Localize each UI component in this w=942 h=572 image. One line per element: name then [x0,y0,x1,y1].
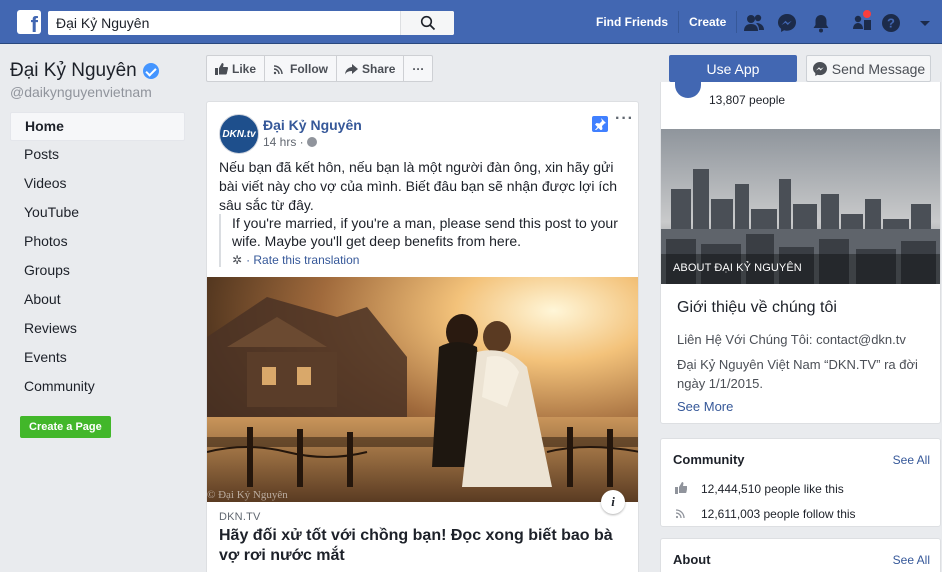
contact-info: Liên Hệ Với Chúng Tôi: contact@dkn.tv [677,332,906,347]
facebook-logo-icon[interactable]: f [17,10,41,37]
nav-item-events[interactable]: Events [10,344,185,373]
share-arrow-icon [345,63,359,74]
messenger-icon [812,61,827,76]
likes-count: 12,444,510 people like this [701,482,844,496]
pin-icon [592,116,608,132]
send-message-label: Send Message [831,60,926,77]
find-friends-link[interactable]: Find Friends [586,0,678,44]
nav-item-photos[interactable]: Photos [10,228,185,257]
follows-count: 12,611,003 people follow this [701,507,856,521]
follow-label: Follow [290,61,329,76]
search-box: Đại Kỷ Nguyên [48,11,454,35]
gear-icon: ✲ [232,253,243,267]
like-label: Like [232,61,257,76]
people-icon [675,82,701,98]
page-handle[interactable]: @daikynguyenvietnam [10,84,152,100]
use-app-button[interactable]: Use App [669,55,797,82]
post-timestamp[interactable]: 14 hrs · [263,135,317,149]
share-page-button[interactable]: Share [337,56,405,81]
post-photo[interactable] [207,277,638,502]
nav-item-community[interactable]: Community [10,373,185,402]
globe-public-icon [306,137,317,147]
about-card: 13,807 people ABOUT ĐẠI KỶ NGUYÊN Giới t… [660,82,941,424]
nav-item-youtube[interactable]: YouTube [10,199,185,228]
nav-item-reviews[interactable]: Reviews [10,315,185,344]
page-description: Đại Kỷ Nguyên Việt Nam “DKN.TV” ra đời n… [677,357,918,391]
link-domain: DKN.TV [219,511,261,523]
topbar-divider [736,11,738,33]
about-see-all-link[interactable]: See All [893,553,930,567]
follow-page-button[interactable]: Follow [265,56,338,81]
community-see-all-link[interactable]: See All [893,453,930,467]
couple-photo-image [207,277,638,502]
nav-item-posts[interactable]: Posts [10,141,185,170]
messenger-icon[interactable] [776,12,798,34]
translated-text: If you're married, if you're a man, plea… [232,215,618,249]
info-icon[interactable]: i [601,490,625,514]
top-navigation-bar: f Đại Kỷ Nguyên Find Friends Create ? [0,0,942,44]
account-menu-chevron-down-icon[interactable] [914,12,936,34]
like-page-button[interactable]: Like [207,56,266,81]
post-options-button[interactable]: ··· [615,110,634,128]
share-label: Share [362,61,396,76]
more-actions-button[interactable]: ··· [404,56,432,81]
thumbs-up-icon [215,62,228,75]
verified-badge-icon [142,63,159,79]
thumbs-up-icon [675,482,687,494]
nav-item-about[interactable]: About [10,286,185,315]
link-title[interactable]: Hãy đối xử tốt với chồng bạn! Đọc xong b… [219,526,629,566]
create-page-button[interactable]: Create a Page [20,416,111,438]
search-button[interactable] [400,11,454,35]
community-card: Community See All 12,444,510 people like… [660,438,941,527]
post-text: Nếu bạn đã kết hôn, nếu bạn là một người… [219,159,618,213]
nav-item-groups[interactable]: Groups [10,257,185,286]
about-section-card: About See All [660,538,941,572]
friend-requests-icon[interactable] [743,12,765,34]
city-skyline-image [661,129,940,284]
page-name: Đại Kỷ Nguyên [10,60,137,81]
nav-item-videos[interactable]: Videos [10,170,185,199]
about-overlay-title: ABOUT ĐẠI KỶ NGUYÊN [673,262,802,274]
notification-badge [862,9,872,19]
svg-text:?: ? [887,16,895,31]
notifications-bell-icon[interactable] [810,12,832,34]
rss-follow-icon [273,64,283,74]
post-author-link[interactable]: Đại Kỷ Nguyên [263,117,362,133]
help-icon[interactable]: ? [880,12,902,34]
rate-translation-link[interactable]: ✲ · Rate this translation [232,253,631,267]
people-count: 13,807 people [709,93,786,107]
post-time-text: 14 hrs · [263,135,304,149]
page-navigation: Home Posts Videos YouTube Photos Groups … [10,112,185,402]
translation-block: If you're married, if you're a man, plea… [219,214,631,267]
intro-title: Giới thiệu về chúng tôi [677,299,837,316]
about-section-title[interactable]: About [673,552,711,567]
search-input[interactable]: Đại Kỷ Nguyên [48,11,400,35]
nav-item-home[interactable]: Home [10,112,185,141]
send-message-button[interactable]: Send Message [806,55,931,82]
avatar[interactable]: DKN.tv [219,114,259,154]
photo-watermark: © Đại Kỷ Nguyên [207,489,288,501]
cover-city-image[interactable] [661,129,940,284]
page-title[interactable]: Đại Kỷ Nguyên [10,60,159,82]
avatar-text: DKN.tv [222,128,256,140]
create-link[interactable]: Create [679,0,736,44]
rss-follow-icon [675,509,685,519]
search-icon [420,15,436,31]
page-action-bar: Like Follow Share ··· [206,55,434,82]
community-title[interactable]: Community [673,452,745,467]
pinned-post-card: DKN.tv Đại Kỷ Nguyên 14 hrs · ··· Nếu bạ… [206,101,639,572]
see-more-link[interactable]: See More [677,399,733,414]
rate-translation-label: · Rate this translation [246,253,360,267]
